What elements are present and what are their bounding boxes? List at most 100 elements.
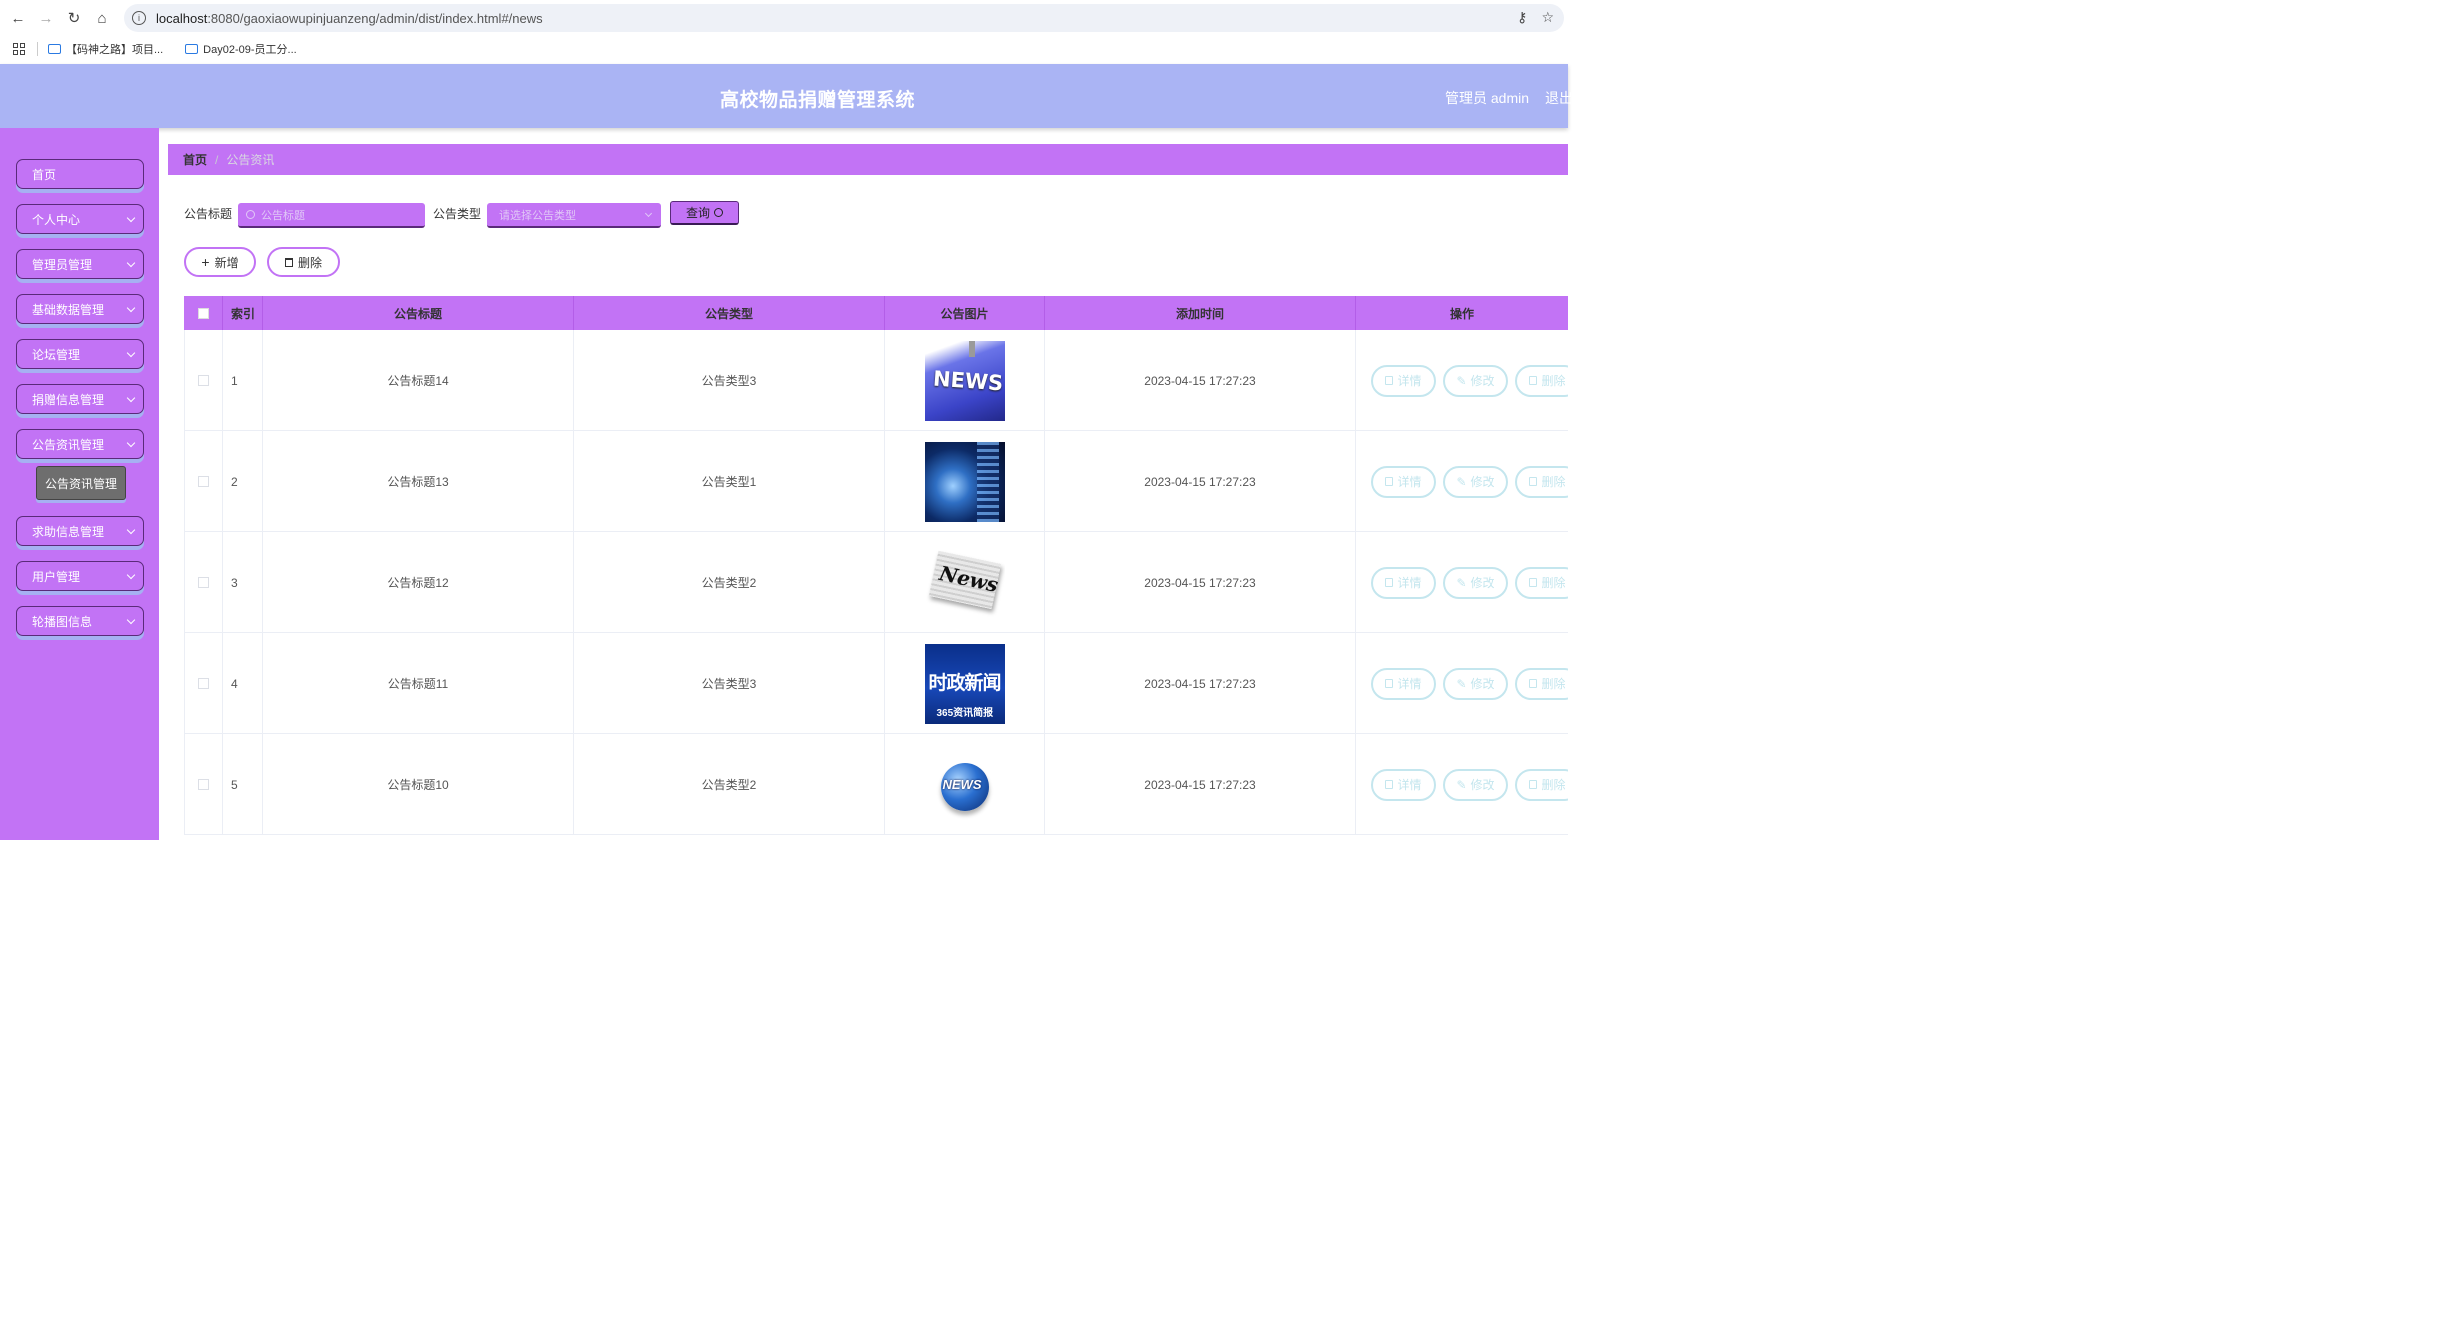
edit-button[interactable]: ✎ 修改 [1443,768,1508,801]
bookmark-separator [37,42,38,56]
bookmark-item[interactable]: Day02-09-员工分... [185,41,297,57]
delete-button[interactable]: 删除 [1515,465,1568,498]
news-image[interactable]: 时政新闻 365资讯简报 [924,643,1005,724]
plus-icon: + [201,254,210,270]
row-actions: 详情 ✎ 修改 删除 [1356,633,1568,734]
address-bar[interactable]: i localhost:8080/gaoxiaowupinjuanzeng/ad… [124,4,1564,32]
table-row: 5 公告标题10 公告类型2 NEWS 2023-04-15 17:27:23 … [184,734,1568,835]
trash-icon [1529,780,1538,789]
apps-grid-icon[interactable] [13,43,25,55]
table-row: 1 公告标题14 公告类型3 NEWS 2023-04-15 17:27:23 … [184,330,1568,431]
header-index: 索引 [223,296,263,330]
detail-button[interactable]: 详情 [1371,667,1436,700]
chevron-down-icon [126,213,136,223]
sidebar-item-home[interactable]: 首页 [16,159,144,189]
image-text: NEWS [942,776,982,792]
breadcrumb-current: 公告资讯 [226,153,275,167]
app-title: 高校物品捐赠管理系统 [720,90,916,111]
news-image[interactable]: NEWS [924,744,1005,825]
sidebar-item-label: 基础数据管理 [32,302,105,317]
row-image-cell: NEWS [885,734,1045,835]
edit-button[interactable]: ✎ 修改 [1443,364,1508,397]
row-checkbox[interactable] [198,678,209,689]
delete-label: 删除 [1541,576,1566,590]
breadcrumb-home[interactable]: 首页 [183,151,207,168]
delete-button[interactable]: 删除 [1515,768,1568,801]
logout-link[interactable]: 退出 [1545,88,1573,108]
row-actions: 详情 ✎ 修改 删除 [1356,431,1568,532]
trash-icon [1529,477,1538,486]
row-type: 公告类型3 [574,633,885,734]
site-info-icon[interactable]: i [132,11,146,25]
edit-icon: ✎ [1456,373,1467,388]
sidebar-item-profile[interactable]: 个人中心 [16,204,144,234]
detail-button[interactable]: 详情 [1371,768,1436,801]
back-icon[interactable]: ← [4,4,32,32]
edit-icon: ✎ [1456,676,1467,691]
sidebar-item-label: 轮播图信息 [32,614,93,629]
title-search-placeholder: 公告标题 [261,209,305,222]
row-checkbox-cell [184,633,223,734]
detail-button[interactable]: 详情 [1371,465,1436,498]
key-icon[interactable]: ⚷ [1517,9,1527,26]
sidebar-item-carousel[interactable]: 轮播图信息 [16,606,144,636]
select-all-checkbox-cell [184,296,223,330]
detail-button[interactable]: 详情 [1371,364,1436,397]
select-all-checkbox[interactable] [197,307,209,319]
row-checkbox[interactable] [198,476,209,487]
table-row: 4 公告标题11 公告类型3 时政新闻 365资讯简报 2023-04-15 17… [184,633,1568,734]
edit-button[interactable]: ✎ 修改 [1443,566,1508,599]
sidebar-item-users[interactable]: 用户管理 [16,561,144,591]
news-image[interactable]: News [924,542,1005,623]
header-type: 公告类型 [574,296,885,330]
chevron-down-icon [126,348,136,358]
document-icon [1385,679,1394,688]
image-text: NEWS [931,366,1004,395]
detail-button[interactable]: 详情 [1371,566,1436,599]
reload-icon[interactable]: ↻ [60,4,88,32]
news-image[interactable]: NEWS [924,340,1005,421]
document-icon [1385,376,1394,385]
home-icon[interactable]: ⌂ [88,4,116,32]
sidebar-item-label: 个人中心 [32,212,81,227]
chevron-down-icon [126,438,136,448]
sidebar-item-help-requests[interactable]: 求助信息管理 [16,516,144,546]
row-type: 公告类型1 [574,431,885,532]
sidebar-item-base-data[interactable]: 基础数据管理 [16,294,144,324]
delete-button[interactable]: 删除 [1515,566,1568,599]
bookmark-item[interactable]: 【码神之路】项目... [48,41,163,57]
document-icon [1385,477,1394,486]
news-image[interactable] [924,441,1005,522]
detail-label: 详情 [1397,677,1422,691]
row-type: 公告类型2 [574,532,885,633]
bookmark-star-icon[interactable]: ☆ [1541,9,1554,26]
delete-button[interactable]: 删除 [1515,364,1568,397]
row-checkbox[interactable] [198,375,209,386]
title-search-input[interactable]: 公告标题 [238,203,425,228]
sidebar-item-donations[interactable]: 捐赠信息管理 [16,384,144,414]
title-search-label: 公告标题 [184,207,233,221]
batch-delete-button[interactable]: 删除 [267,247,340,277]
app-header: 高校物品捐赠管理系统 管理员 admin 退出 [0,64,1573,128]
chevron-down-icon [126,303,136,313]
forward-icon[interactable]: → [32,4,60,32]
row-checkbox[interactable] [198,779,209,790]
sidebar-item-admins[interactable]: 管理员管理 [16,249,144,279]
row-actions: 详情 ✎ 修改 删除 [1356,734,1568,835]
admin-user-label: 管理员 admin [1445,90,1530,106]
edit-button[interactable]: ✎ 修改 [1443,667,1508,700]
delete-button[interactable]: 删除 [1515,667,1568,700]
edit-button[interactable]: ✎ 修改 [1443,465,1508,498]
add-button[interactable]: + 新增 [184,247,256,277]
type-select[interactable]: 请选择公告类型 [487,203,661,228]
sidebar-item-news[interactable]: 公告资讯管理 [16,429,144,459]
query-button[interactable]: 查询 [670,201,739,225]
submenu-item-news-management[interactable]: 公告资讯管理 [36,466,126,500]
row-checkbox[interactable] [198,577,209,588]
row-title: 公告标题11 [263,633,574,734]
header-time: 添加时间 [1045,296,1356,330]
row-index: 3 [223,532,263,633]
sidebar-item-forum[interactable]: 论坛管理 [16,339,144,369]
url-path: :8080/gaoxiaowupinjuanzeng/admin/dist/in… [207,10,543,26]
row-index: 4 [223,633,263,734]
